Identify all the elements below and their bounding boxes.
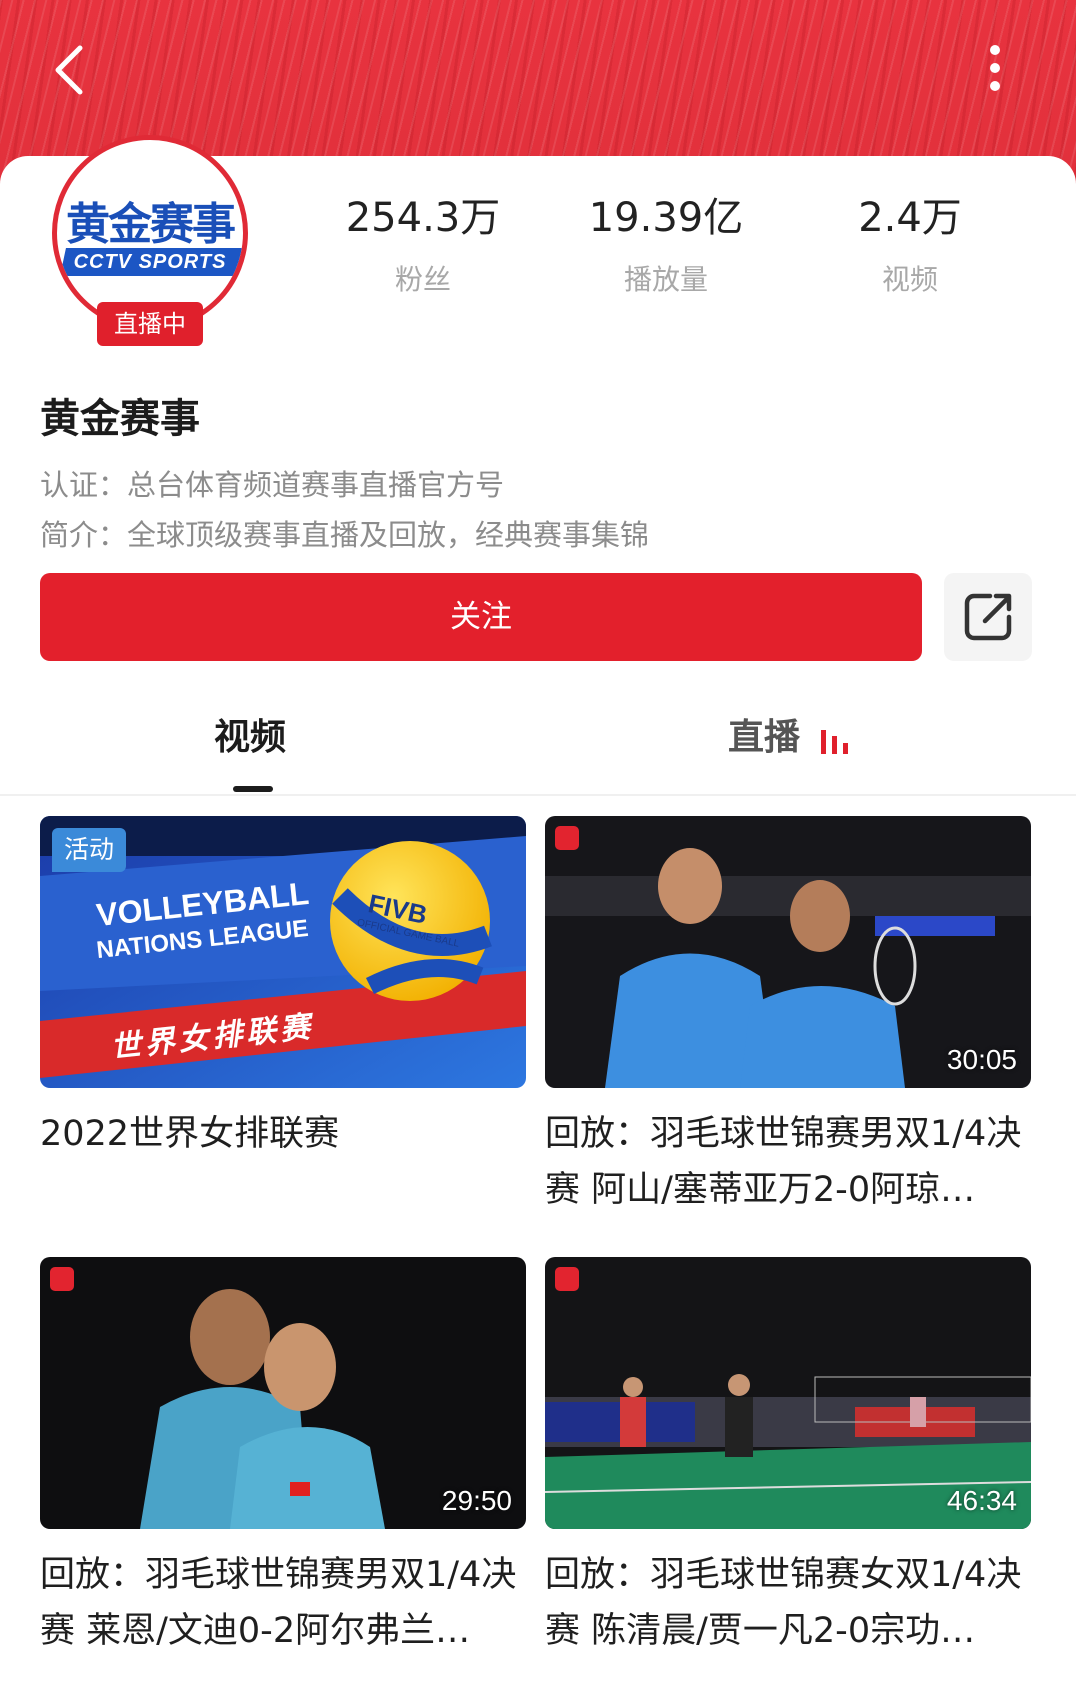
chevron-left-icon bbox=[55, 45, 83, 95]
vertical-dots-icon bbox=[990, 45, 1000, 91]
logo-sub-text: CCTV SPORTS bbox=[73, 251, 227, 273]
video-duration: 30:05 bbox=[946, 1044, 1017, 1075]
video-card[interactable]: 46:34 回放：羽毛球世锦赛女双1/4决赛 陈清晨/贾一凡2-0宗功… bbox=[545, 1257, 1031, 1659]
tab-live[interactable]: 直播 bbox=[728, 708, 800, 768]
certification-text: 认证：总台体育频道赛事直播官方号 bbox=[40, 468, 505, 502]
video-card[interactable]: 30:05 回放：羽毛球世锦赛男双1/4决赛 阿山/塞蒂亚万2-0阿琼… bbox=[545, 816, 1031, 1218]
video-title[interactable]: 回放：羽毛球世锦赛男双1/4决赛 莱恩/文迪0-2阿尔弗兰… bbox=[40, 1547, 526, 1659]
back-button[interactable] bbox=[50, 40, 100, 100]
stat-videos[interactable]: 2.4万 视频 bbox=[790, 192, 1030, 298]
video-title[interactable]: 回放：羽毛球世锦赛男双1/4决赛 阿山/塞蒂亚万2-0阿琼… bbox=[545, 1106, 1031, 1218]
video-card[interactable]: VOLLEYBALL NATIONS LEAGUE FIVB OFFICIAL … bbox=[40, 816, 526, 1218]
video-thumbnail[interactable]: VOLLEYBALL NATIONS LEAGUE FIVB OFFICIAL … bbox=[40, 816, 526, 1088]
video-duration: 46:34 bbox=[946, 1485, 1017, 1516]
broadcaster-logo-icon bbox=[555, 826, 579, 850]
share-button[interactable] bbox=[944, 573, 1032, 661]
share-out-icon bbox=[964, 593, 1012, 641]
divider bbox=[0, 794, 1076, 796]
stat-label: 播放量 bbox=[623, 263, 708, 296]
video-title[interactable]: 回放：羽毛球世锦赛女双1/4决赛 陈清晨/贾一凡2-0宗功… bbox=[545, 1547, 1031, 1659]
activity-tag: 活动 bbox=[52, 828, 127, 872]
channel-name: 黄金赛事 bbox=[40, 396, 200, 442]
stat-value: 2.4万 bbox=[858, 195, 962, 241]
broadcaster-logo-icon bbox=[50, 1267, 74, 1291]
stat-value: 19.39亿 bbox=[588, 195, 744, 241]
intro-text: 简介：全球顶级赛事直播及回放，经典赛事集锦 bbox=[40, 518, 650, 552]
stat-value: 254.3万 bbox=[345, 195, 501, 241]
stat-fans[interactable]: 254.3万 粉丝 bbox=[303, 192, 543, 298]
tab-indicator bbox=[233, 786, 273, 792]
broadcaster-logo-icon bbox=[555, 1267, 579, 1291]
more-button[interactable] bbox=[975, 40, 1015, 100]
stat-plays: 19.39亿 播放量 bbox=[546, 192, 786, 298]
tab-videos[interactable]: 视频 bbox=[214, 708, 286, 768]
follow-button[interactable]: 关注 bbox=[40, 573, 922, 661]
video-thumbnail[interactable]: 46:34 bbox=[545, 1257, 1031, 1529]
logo-text: 黄金赛事 bbox=[66, 199, 236, 250]
live-bars-icon bbox=[821, 730, 848, 754]
video-thumbnail[interactable]: 30:05 bbox=[545, 816, 1031, 1088]
video-title[interactable]: 2022世界女排联赛 bbox=[40, 1106, 526, 1218]
video-duration: 29:50 bbox=[441, 1485, 512, 1516]
stat-label: 视频 bbox=[881, 263, 938, 296]
video-thumbnail[interactable]: 29:50 bbox=[40, 1257, 526, 1529]
live-badge[interactable]: 直播中 bbox=[97, 302, 203, 346]
video-card[interactable]: 29:50 回放：羽毛球世锦赛男双1/4决赛 莱恩/文迪0-2阿尔弗兰… bbox=[40, 1257, 526, 1659]
stat-label: 粉丝 bbox=[394, 263, 451, 296]
